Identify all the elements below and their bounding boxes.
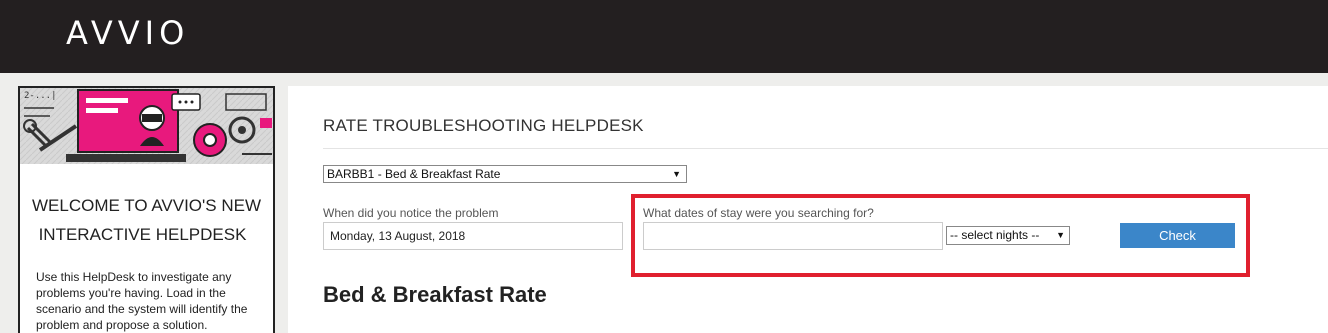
welcome-heading: WELCOME TO AVVIO'S NEW INTERACTIVE HELPD… (20, 191, 273, 249)
page-title: RATE TROUBLESHOOTING HELPDESK (323, 116, 644, 135)
welcome-line-2: INTERACTIVE HELPDESK (38, 225, 247, 244)
notice-date-label: When did you notice the problem (323, 206, 499, 220)
rate-section-heading: Bed & Breakfast Rate (323, 282, 547, 307)
check-button[interactable]: Check (1120, 223, 1235, 248)
main-panel: RATE TROUBLESHOOTING HELPDESK BARBB1 - B… (288, 86, 1328, 333)
welcome-line-1: WELCOME TO AVVIO'S NEW (31, 196, 261, 215)
top-bar: AVVIO (0, 0, 1328, 73)
nights-select[interactable]: -- select nights -- ▼ (946, 226, 1070, 245)
chevron-down-icon: ▼ (1056, 230, 1065, 240)
nights-select-value: -- select nights -- (950, 228, 1040, 242)
stay-dates-label: What dates of stay were you searching fo… (643, 206, 874, 220)
stay-dates-input[interactable] (643, 222, 943, 250)
rate-select[interactable]: BARBB1 - Bed & Breakfast Rate ▼ (323, 165, 687, 183)
chevron-down-icon: ▼ (672, 169, 681, 179)
helpdesk-illustration: 2-...| (20, 88, 273, 164)
intro-text: Use this HelpDesk to investigate any pro… (36, 270, 248, 332)
avvio-logo[interactable]: AVVIO (66, 14, 189, 52)
svg-text:2-...|: 2-...| (24, 91, 57, 101)
rate-select-value: BARBB1 - Bed & Breakfast Rate (327, 167, 501, 181)
sidebar-panel: 2-...| WELCOME TO AVVIO'S NEW INTERACTIV… (18, 86, 275, 333)
notice-date-input[interactable]: Monday, 13 August, 2018 (323, 222, 623, 250)
title-divider (323, 148, 1328, 149)
